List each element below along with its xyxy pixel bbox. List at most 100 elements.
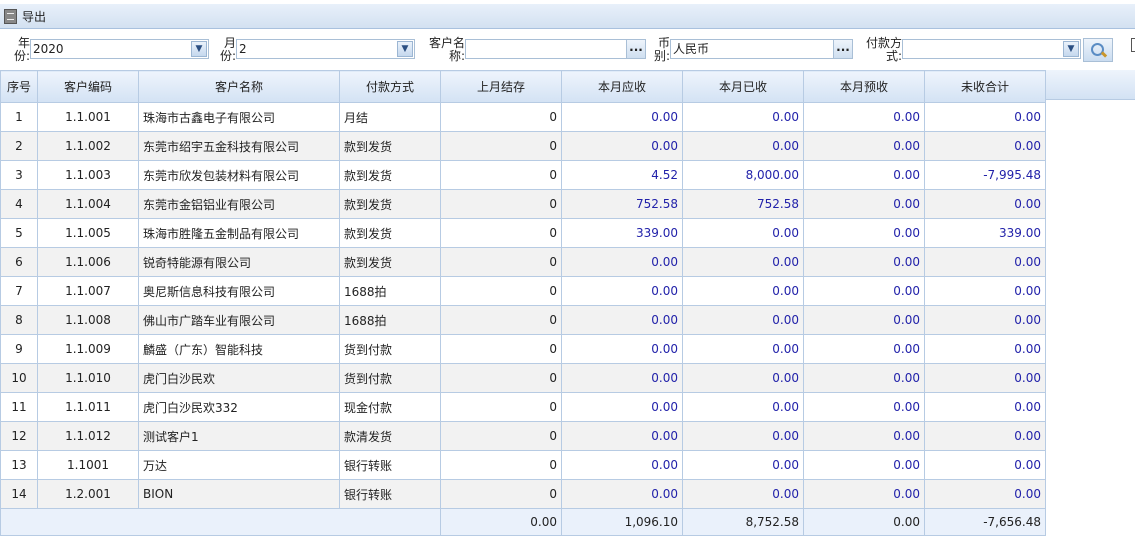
- export-button[interactable]: 导出: [4, 8, 46, 25]
- cell-0: 13: [0, 450, 38, 480]
- payment-select[interactable]: ▼: [902, 39, 1081, 59]
- cell-6: 0.00: [682, 450, 804, 480]
- cell-6: 0.00: [682, 247, 804, 277]
- column-header[interactable]: 未收合计: [924, 70, 1046, 103]
- cell-5: 0.00: [561, 421, 683, 451]
- cell-0: 8: [0, 305, 38, 335]
- cell-2: BION: [138, 479, 340, 509]
- table-row[interactable]: 4 1.1.004 东莞市金铝铝业有限公司 款到发货 0 752.58 752.58 0.00…: [0, 189, 1046, 219]
- cell-8: 0.00: [924, 450, 1046, 480]
- table-row[interactable]: 14 1.2.001 BION 银行转账 0 0.00 0.00 0.00 0.00: [0, 479, 1046, 509]
- table-row[interactable]: 6 1.1.006 锐奇特能源有限公司 款到发货 0 0.00 0.00 0.00 0.00: [0, 247, 1046, 277]
- cell-8: 0.00: [924, 334, 1046, 364]
- cell-2: 珠海市胜隆五金制品有限公司: [138, 218, 340, 248]
- cell-5: 752.58: [561, 189, 683, 219]
- cell-1: 1.1.004: [37, 189, 139, 219]
- customer-browse-button[interactable]: ...: [626, 39, 646, 59]
- table-row[interactable]: 9 1.1.009 麟盛（广东）智能科技 货到付款 0 0.00 0.00 0.00 0.00: [0, 334, 1046, 364]
- chevron-down-icon[interactable]: ▼: [191, 41, 207, 57]
- currency-browse-button[interactable]: ...: [833, 39, 853, 59]
- cell-2: 东莞市金铝铝业有限公司: [138, 189, 340, 219]
- column-header[interactable]: 付款方式: [339, 70, 441, 103]
- cell-4: 0: [440, 218, 562, 248]
- table-row[interactable]: 11 1.1.011 虎门白沙民欢332 现金付款 0 0.00 0.00 0.00 0.00: [0, 392, 1046, 422]
- column-header[interactable]: 本月已收: [682, 70, 804, 103]
- cell-7: 0.00: [803, 131, 925, 161]
- cell-1: 1.1.008: [37, 305, 139, 335]
- cell-8: 0.00: [924, 479, 1046, 509]
- table-row[interactable]: 2 1.1.002 东莞市绍宇五金科技有限公司 款到发货 0 0.00 0.00 0.00 0.…: [0, 131, 1046, 161]
- table-row[interactable]: 7 1.1.007 奥尼斯信息科技有限公司 1688拍 0 0.00 0.00 0.00 0.0…: [0, 276, 1046, 306]
- cell-0: 5: [0, 218, 38, 248]
- cell-2: 虎门白沙民欢: [138, 363, 340, 393]
- column-header[interactable]: 上月结存: [440, 70, 562, 103]
- cell-1: 1.1.007: [37, 276, 139, 306]
- cell-6: 752.58: [682, 189, 804, 219]
- cell-7: 0.00: [803, 218, 925, 248]
- cell-0: 3: [0, 160, 38, 190]
- table-row[interactable]: 13 1.1001 万达 银行转账 0 0.00 0.00 0.00 0.00: [0, 450, 1046, 480]
- cell-4: 0: [440, 131, 562, 161]
- cell-4: 0: [440, 160, 562, 190]
- cell-0: 7: [0, 276, 38, 306]
- total-cell: 1,096.10: [561, 508, 683, 536]
- search-button[interactable]: [1083, 38, 1113, 62]
- cell-5: 0.00: [561, 131, 683, 161]
- column-header[interactable]: 客户名称: [138, 70, 340, 103]
- table-row[interactable]: 5 1.1.005 珠海市胜隆五金制品有限公司 款到发货 0 339.00 0.00 0.00…: [0, 218, 1046, 248]
- table-row[interactable]: 3 1.1.003 东莞市欣发包装材料有限公司 款到发货 0 4.52 8,000.00 0.…: [0, 160, 1046, 190]
- table-row[interactable]: 1 1.1.001 珠海市古鑫电子有限公司 月结 0 0.00 0.00 0.00 0.00: [0, 102, 1046, 132]
- cell-0: 10: [0, 363, 38, 393]
- cell-3: 款到发货: [339, 189, 441, 219]
- table-row[interactable]: 8 1.1.008 佛山市广踏车业有限公司 1688拍 0 0.00 0.00 0.00 0.0…: [0, 305, 1046, 335]
- cell-3: 款到发货: [339, 247, 441, 277]
- cell-6: 0.00: [682, 421, 804, 451]
- cell-3: 1688拍: [339, 305, 441, 335]
- cell-4: 0: [440, 189, 562, 219]
- cell-7: 0.00: [803, 247, 925, 277]
- filter-bar: 年份: 2020 ▼ 月份: 2 ▼ 客户名称: ... 币别: 人民币... 付款…: [0, 34, 1135, 66]
- cell-0: 4: [0, 189, 38, 219]
- cell-6: 0.00: [682, 218, 804, 248]
- cell-3: 款到发货: [339, 218, 441, 248]
- chevron-down-icon[interactable]: ▼: [1063, 41, 1079, 57]
- cell-7: 0.00: [803, 479, 925, 509]
- cell-5: 0.00: [561, 450, 683, 480]
- cell-5: 4.52: [561, 160, 683, 190]
- cell-7: 0.00: [803, 450, 925, 480]
- cell-7: 0.00: [803, 363, 925, 393]
- table-row[interactable]: 10 1.1.010 虎门白沙民欢 货到付款 0 0.00 0.00 0.00 0.00: [0, 363, 1046, 393]
- header-filler: [1045, 70, 1135, 100]
- cell-2: 珠海市古鑫电子有限公司: [138, 102, 340, 132]
- column-header[interactable]: 序号: [0, 70, 38, 103]
- cell-3: 银行转账: [339, 479, 441, 509]
- year-select[interactable]: 2020 ▼: [30, 39, 209, 59]
- month-value: 2: [239, 42, 247, 56]
- cell-8: 0.00: [924, 392, 1046, 422]
- cell-5: 0.00: [561, 276, 683, 306]
- cell-3: 款到发货: [339, 131, 441, 161]
- cell-4: 0: [440, 421, 562, 451]
- chevron-down-icon[interactable]: ▼: [397, 41, 413, 57]
- search-handle: [1100, 51, 1108, 58]
- column-header[interactable]: 本月应收: [561, 70, 683, 103]
- cell-1: 1.1.002: [37, 131, 139, 161]
- cell-4: 0: [440, 363, 562, 393]
- table-header: 序号 客户编码 客户名称 付款方式 上月结存 本月应收 本月已收 本月预收 未收合计: [0, 70, 1046, 103]
- cell-2: 万达: [138, 450, 340, 480]
- month-select[interactable]: 2 ▼: [236, 39, 415, 59]
- cell-8: 0.00: [924, 421, 1046, 451]
- cell-0: 11: [0, 392, 38, 422]
- payment-label: 付款方式:: [865, 36, 902, 63]
- cell-7: 0.00: [803, 334, 925, 364]
- currency-input[interactable]: 人民币...: [670, 39, 853, 59]
- cell-5: 0.00: [561, 305, 683, 335]
- cell-3: 货到付款: [339, 363, 441, 393]
- cell-2: 测试客户1: [138, 421, 340, 451]
- column-header[interactable]: 客户编码: [37, 70, 139, 103]
- cell-7: 0.00: [803, 189, 925, 219]
- customer-input[interactable]: ...: [465, 39, 646, 59]
- table-row[interactable]: 12 1.1.012 测试客户1 款清发货 0 0.00 0.00 0.00 0.00: [0, 421, 1046, 451]
- cell-7: 0.00: [803, 421, 925, 451]
- column-header[interactable]: 本月预收: [803, 70, 925, 103]
